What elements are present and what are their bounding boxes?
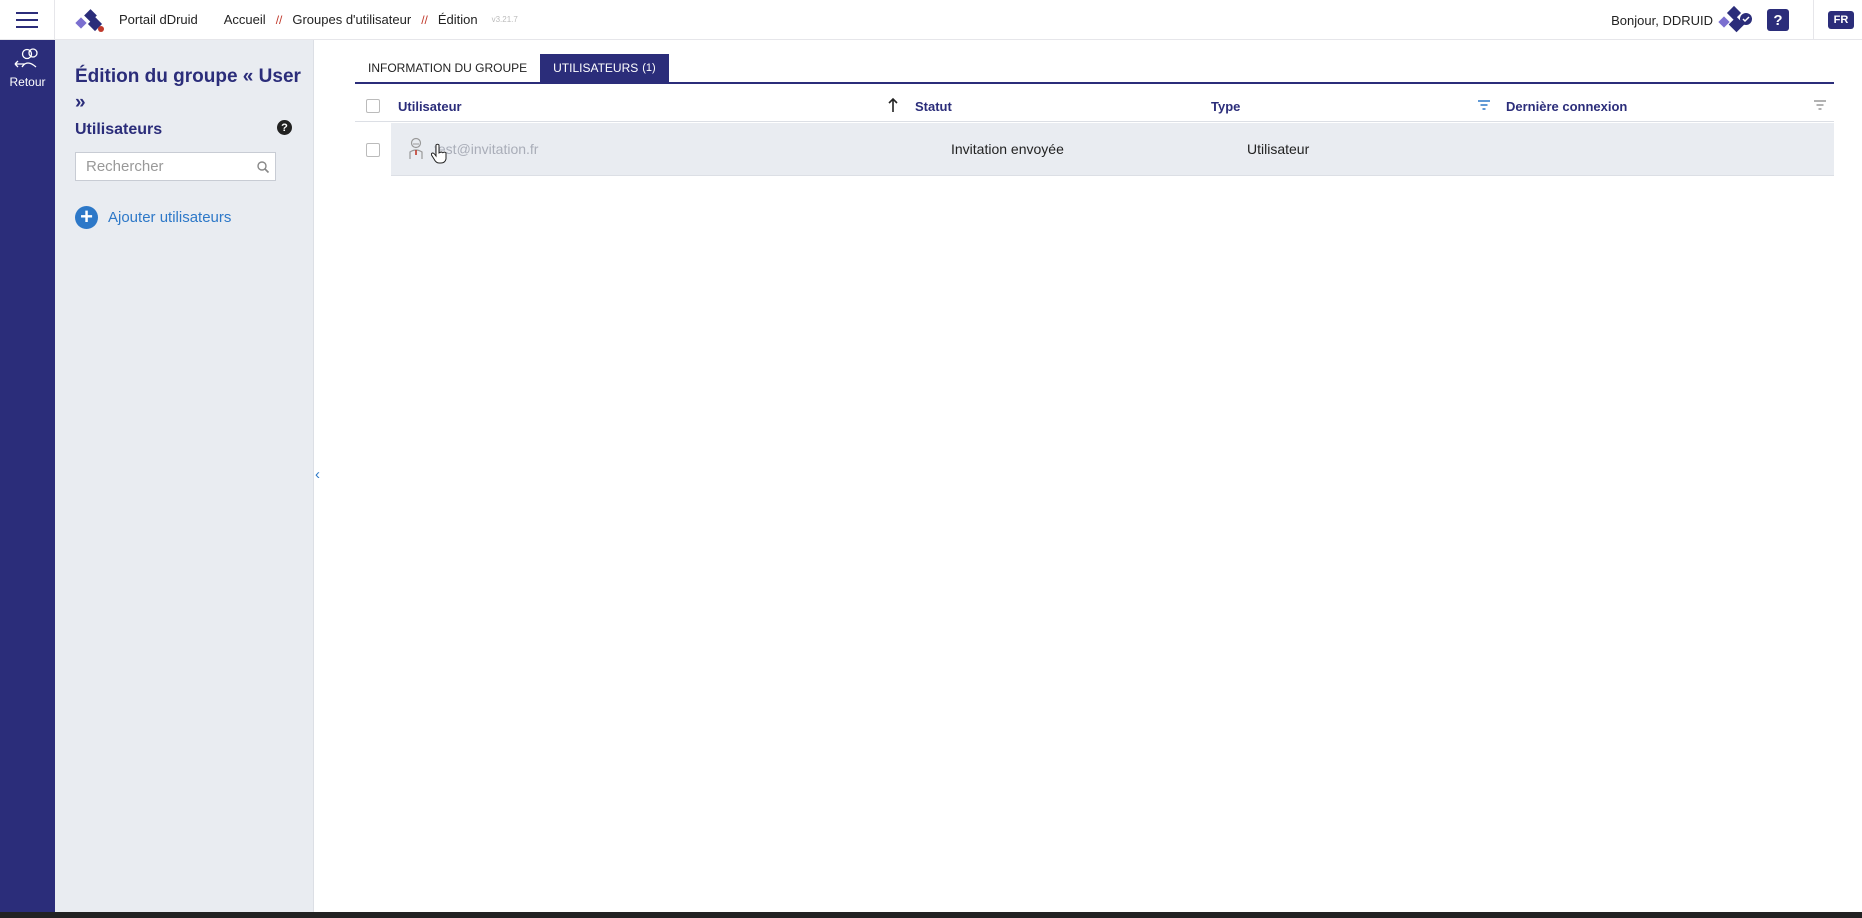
filter-icon[interactable] bbox=[1477, 99, 1491, 111]
user-avatar-icon[interactable] bbox=[1717, 3, 1755, 37]
breadcrumb-edit: Édition bbox=[437, 12, 478, 27]
tab-label: INFORMATION DU GROUPE bbox=[368, 61, 528, 75]
tab-group-information[interactable]: INFORMATION DU GROUPE bbox=[355, 54, 540, 82]
add-users-label: Ajouter utilisateurs bbox=[108, 209, 232, 226]
tab-label: UTILISATEURS bbox=[553, 61, 639, 75]
breadcrumb-separator: // bbox=[275, 12, 283, 27]
back-label: Retour bbox=[9, 75, 46, 89]
column-header-last-login[interactable]: Dernière connexion bbox=[1506, 99, 1627, 114]
select-all-checkbox[interactable] bbox=[366, 99, 380, 113]
menu-icon[interactable] bbox=[0, 0, 55, 40]
table-row[interactable]: test@invitation.fr Invitation envoyée Ut… bbox=[391, 123, 1834, 176]
breadcrumb-user-groups[interactable]: Groupes d'utilisateur bbox=[292, 12, 411, 27]
user-type: Utilisateur bbox=[1247, 141, 1310, 157]
add-users-button[interactable]: + Ajouter utilisateurs bbox=[75, 206, 231, 229]
tab-count: (1) bbox=[642, 62, 656, 74]
search-input[interactable] bbox=[76, 158, 246, 175]
tabs: INFORMATION DU GROUPE UTILISATEURS (1) bbox=[355, 54, 669, 82]
filter-icon[interactable] bbox=[1813, 99, 1827, 111]
top-divider bbox=[1813, 0, 1814, 40]
top-right-area: Bonjour, DDRUID ? FR bbox=[1611, 0, 1862, 40]
breadcrumb: Accueil // Groupes d'utilisateur // Édit… bbox=[224, 12, 518, 27]
question-icon[interactable]: ? bbox=[277, 120, 292, 135]
back-users-icon bbox=[14, 48, 38, 68]
hand-cursor-icon bbox=[431, 143, 447, 164]
column-header-status[interactable]: Statut bbox=[915, 99, 952, 114]
user-status: Invitation envoyée bbox=[951, 141, 1064, 157]
column-header-user[interactable]: Utilisateur bbox=[398, 99, 462, 114]
table-header: Utilisateur Statut Type Dernière connexi… bbox=[355, 90, 1834, 122]
app-logo-icon[interactable] bbox=[75, 5, 105, 35]
plus-circle-icon: + bbox=[75, 206, 98, 229]
sort-ascending-icon[interactable] bbox=[887, 96, 899, 114]
collapse-panel-icon[interactable]: ‹ bbox=[315, 466, 325, 483]
panel-subtitle: Utilisateurs bbox=[75, 121, 163, 138]
user-email[interactable]: test@invitation.fr bbox=[434, 141, 538, 157]
user-greeting[interactable]: Bonjour, DDRUID bbox=[1611, 13, 1713, 28]
side-panel: Édition du groupe « User » Utilisateurs … bbox=[55, 40, 320, 912]
page-title: Édition du groupe « User » bbox=[75, 66, 301, 113]
search-box bbox=[75, 152, 276, 181]
column-header-type[interactable]: Type bbox=[1211, 99, 1240, 114]
row-checkbox-cell bbox=[355, 123, 391, 176]
version-label: v3.21.7 bbox=[491, 15, 518, 24]
search-icon[interactable] bbox=[256, 160, 270, 174]
back-button[interactable]: Retour bbox=[0, 40, 55, 96]
top-bar: Portail dDruid Accueil // Groupes d'util… bbox=[0, 0, 1862, 40]
tab-users[interactable]: UTILISATEURS (1) bbox=[540, 54, 669, 82]
breadcrumb-separator: // bbox=[421, 12, 428, 27]
app-name[interactable]: Portail dDruid bbox=[119, 12, 198, 27]
bottom-border bbox=[0, 912, 1862, 918]
language-button[interactable]: FR bbox=[1828, 11, 1854, 29]
left-rail: Retour bbox=[0, 40, 55, 912]
breadcrumb-home[interactable]: Accueil bbox=[224, 12, 266, 27]
user-invited-icon bbox=[409, 137, 423, 159]
row-checkbox[interactable] bbox=[366, 143, 380, 157]
help-button[interactable]: ? bbox=[1767, 9, 1789, 31]
tab-underline bbox=[355, 82, 1834, 84]
